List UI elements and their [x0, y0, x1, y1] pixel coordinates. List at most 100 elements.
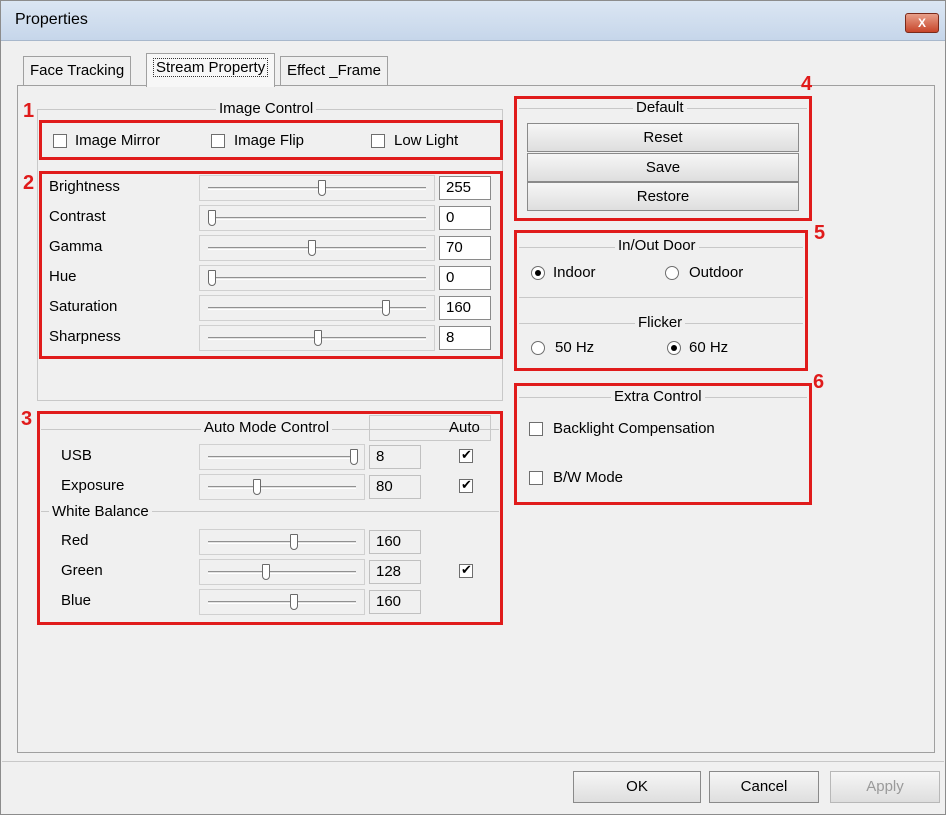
annotation-5: 5	[814, 222, 826, 244]
auto-exposure-auto-checkbox[interactable]	[459, 477, 473, 493]
60hz-radio[interactable]	[667, 341, 681, 355]
annotation-6: 6	[813, 371, 825, 393]
slider-thumb[interactable]	[290, 594, 298, 610]
50hz-radio[interactable]	[531, 341, 545, 355]
tab-label: Stream Property	[153, 58, 269, 77]
slider-track	[208, 456, 356, 459]
annotation-4: 4	[801, 73, 813, 95]
white-balance-green-label: Green	[61, 562, 103, 579]
image-control-sharpness-slider[interactable]	[199, 325, 435, 351]
apply-button[interactable]: Apply	[830, 771, 940, 803]
image-flip-checkbox[interactable]	[211, 134, 225, 148]
60hz-label: 60 Hz	[689, 339, 729, 356]
image-mirror-label: Image Mirror	[75, 132, 161, 149]
slider-thumb[interactable]	[290, 534, 298, 550]
default-title: Default	[633, 99, 687, 116]
50hz-label: 50 Hz	[555, 339, 595, 356]
slider-thumb[interactable]	[308, 240, 316, 256]
image-mirror-checkbox[interactable]	[53, 134, 67, 148]
title-bar: Properties X	[1, 1, 945, 41]
slider-track	[208, 247, 426, 250]
flicker-title: Flicker	[635, 314, 686, 331]
image-control-sharpness-label: Sharpness	[49, 328, 121, 345]
slider-thumb[interactable]	[314, 330, 322, 346]
auto-usb-slider[interactable]	[199, 444, 365, 470]
white-balance-blue-slider[interactable]	[199, 589, 365, 615]
image-control-hue-value[interactable]: 0	[439, 266, 491, 290]
in-out-bottom-line	[519, 297, 803, 298]
image-control-gamma-label: Gamma	[49, 238, 103, 255]
slider-thumb[interactable]	[262, 564, 270, 580]
image-flip-label: Image Flip	[234, 132, 305, 149]
auto-exposure-value: 80	[369, 475, 421, 499]
low-light-label: Low Light	[394, 132, 459, 149]
image-control-contrast-slider[interactable]	[199, 205, 435, 231]
slider-track	[208, 486, 356, 489]
slider-track	[208, 571, 356, 574]
slider-thumb[interactable]	[382, 300, 390, 316]
reset-button[interactable]: Reset	[527, 123, 799, 152]
auto-exposure-label: Exposure	[61, 477, 125, 494]
image-control-hue-label: Hue	[49, 268, 77, 285]
image-control-saturation-label: Saturation	[49, 298, 118, 315]
auto-exposure-slider[interactable]	[199, 474, 365, 500]
tab-stream-property[interactable]: Stream Property	[146, 53, 276, 87]
image-control-brightness-label: Brightness	[49, 178, 120, 195]
slider-thumb[interactable]	[350, 449, 358, 465]
auto-usb-value: 8	[369, 445, 421, 469]
white-balance-green-slider[interactable]	[199, 559, 365, 585]
tab-label: Effect _Frame	[287, 62, 381, 79]
ok-button[interactable]: OK	[573, 771, 701, 803]
auto-usb-auto-checkbox[interactable]	[459, 447, 473, 463]
image-control-saturation-value[interactable]: 160	[439, 296, 491, 320]
slider-track	[208, 277, 426, 280]
extra-control-title: Extra Control	[611, 388, 705, 405]
close-button[interactable]: X	[905, 13, 939, 33]
save-button[interactable]: Save	[527, 153, 799, 182]
indoor-label: Indoor	[553, 264, 596, 281]
image-control-title: Image Control	[216, 100, 317, 117]
footer-divider	[2, 761, 944, 762]
white-balance-title: White Balance	[49, 503, 152, 520]
backlight-compensation-label: Backlight Compensation	[553, 420, 715, 437]
white-balance-green-auto-checkbox[interactable]	[459, 562, 473, 578]
image-control-gamma-slider[interactable]	[199, 235, 435, 261]
bw-mode-label: B/W Mode	[553, 469, 624, 486]
slider-track	[208, 217, 426, 220]
white-balance-blue-value: 160	[369, 590, 421, 614]
restore-button[interactable]: Restore	[527, 182, 799, 211]
tab-label: Face Tracking	[30, 62, 125, 79]
image-control-brightness-value[interactable]: 255	[439, 176, 491, 200]
image-control-brightness-slider[interactable]	[199, 175, 435, 201]
slider-track	[208, 601, 356, 604]
window-title: Properties	[15, 11, 88, 28]
white-balance-red-slider[interactable]	[199, 529, 365, 555]
image-control-contrast-label: Contrast	[49, 208, 106, 225]
outdoor-radio[interactable]	[665, 266, 679, 280]
tab-effect-frame[interactable]: Effect _Frame	[280, 56, 388, 86]
image-control-saturation-slider[interactable]	[199, 295, 435, 321]
indoor-radio[interactable]	[531, 266, 545, 280]
image-control-hue-slider[interactable]	[199, 265, 435, 291]
slider-thumb[interactable]	[253, 479, 261, 495]
image-control-gamma-value[interactable]: 70	[439, 236, 491, 260]
low-light-checkbox[interactable]	[371, 134, 385, 148]
image-control-sharpness-value[interactable]: 8	[439, 326, 491, 350]
backlight-compensation-checkbox[interactable]	[529, 422, 543, 436]
slider-track	[208, 541, 356, 544]
slider-thumb[interactable]	[318, 180, 326, 196]
white-balance-blue-label: Blue	[61, 592, 92, 609]
slider-track	[208, 307, 426, 310]
image-control-contrast-value[interactable]: 0	[439, 206, 491, 230]
cancel-button[interactable]: Cancel	[709, 771, 819, 803]
slider-thumb[interactable]	[208, 210, 216, 226]
annotation-2: 2	[23, 172, 35, 194]
bw-mode-checkbox[interactable]	[529, 471, 543, 485]
white-balance-red-label: Red	[61, 532, 89, 549]
auto-mode-title: Auto Mode Control	[201, 419, 333, 436]
tab-face-tracking[interactable]: Face Tracking	[23, 56, 132, 86]
slider-thumb[interactable]	[208, 270, 216, 286]
annotation-1: 1	[23, 100, 35, 122]
white-balance-green-value: 128	[369, 560, 421, 584]
outdoor-label: Outdoor	[689, 264, 744, 281]
